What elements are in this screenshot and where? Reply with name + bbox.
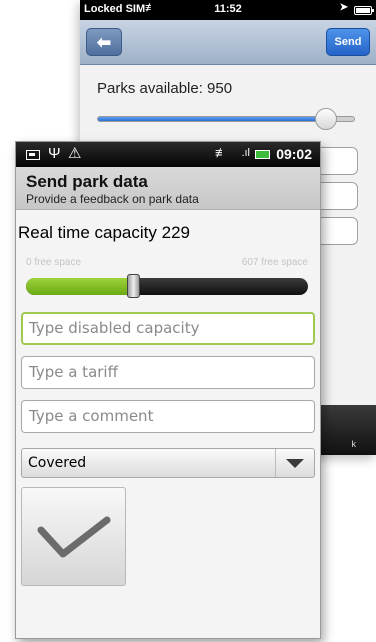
parks-slider[interactable] [97,108,355,130]
battery-icon [255,150,270,159]
tariff-input[interactable]: Type a tariff [21,356,315,389]
back-button[interactable]: ⬅ [86,28,122,56]
signal-icon: .ıl [241,147,250,159]
seekbar-fill [26,278,134,295]
comment-input[interactable]: Type a comment [21,400,315,433]
parks-slider-thumb[interactable] [314,108,337,130]
spinner-selected-value: Covered [28,455,87,471]
page-title: Send park data [26,172,148,191]
usb-icon: Ψ [48,145,61,162]
status-time: 11:52 [214,3,242,15]
seekbar-thumb[interactable] [127,274,141,298]
checkmark-icon [37,516,111,558]
capacity-label: Real time capacity 229 [18,223,190,242]
chevron-down-icon [286,459,304,468]
battery-icon [354,6,374,15]
status-time: 09:02 [276,146,312,162]
send-button[interactable]: Send [326,28,370,56]
wifi-icon: ≢ [215,145,228,160]
disabled-capacity-input[interactable]: Type disabled capacity [21,312,315,345]
tab-label: k [351,439,357,449]
capacity-seekbar[interactable] [26,274,308,298]
mail-icon [26,150,40,160]
coverage-spinner[interactable]: Covered [21,448,315,478]
page-subtitle: Provide a feedback on park data [26,192,199,206]
seek-min-label: 0 free space [26,257,82,268]
front-phone-screen: Ψ ⚠ ≢ .ıl 09:02 Send park data Provide a… [15,141,321,639]
warning-icon: ⚠ [68,145,82,162]
ios-navigation-bar: ⬅ Send [80,20,376,65]
parks-slider-fill [98,117,326,121]
back-arrow-icon: ⬅ [96,33,112,52]
location-icon: ➤ [339,2,348,13]
seek-max-label: 607 free space [241,257,308,268]
submit-button[interactable] [21,487,126,586]
android-status-bar: Ψ ⚠ ≢ .ıl 09:02 [16,142,320,167]
spinner-divider [275,449,276,477]
parks-available-label: Parks available: 950 [97,80,233,97]
page-header: Send park data Provide a feedback on par… [16,167,320,210]
ios-status-bar: Locked SIM ≢ 11:52 ➤ [80,0,376,20]
